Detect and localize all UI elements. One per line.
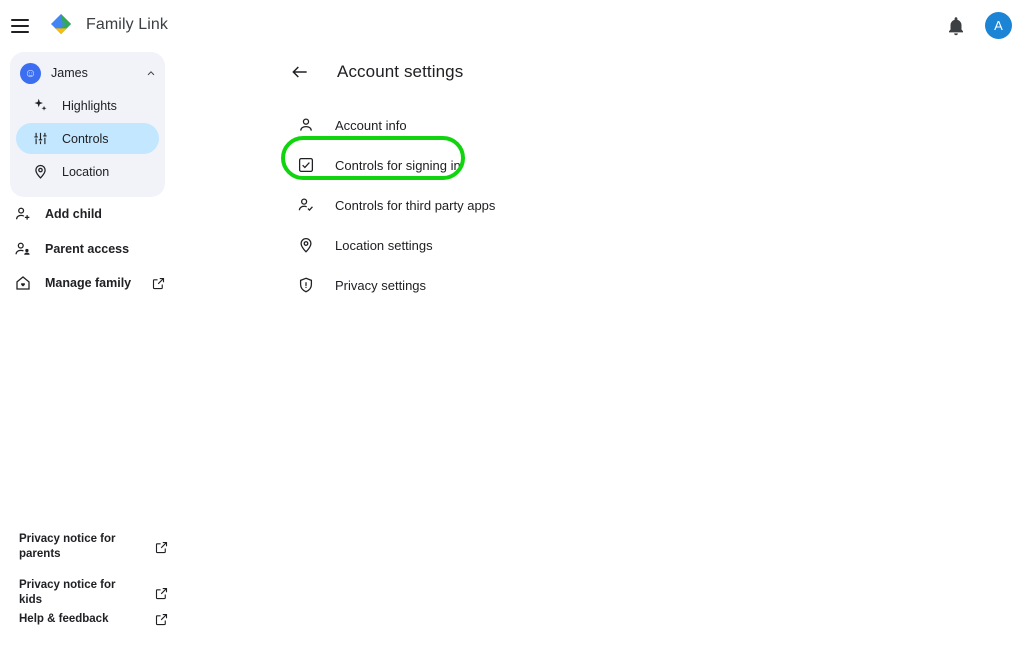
settings-item-label: Controls for third party apps — [335, 197, 496, 213]
settings-item-controls-for-signing-in[interactable]: Controls for signing in — [290, 145, 690, 185]
person-check-icon — [297, 196, 315, 214]
family-link-logo-icon — [47, 11, 75, 39]
footer-link-privacy-kids[interactable]: Privacy notice for kids — [19, 578, 169, 608]
people-icon — [14, 240, 32, 258]
account-avatar[interactable]: A — [985, 12, 1012, 39]
child-name-label: James — [51, 66, 88, 80]
person-icon — [297, 116, 315, 134]
location-pin-icon — [297, 236, 315, 254]
avatar-letter: A — [994, 18, 1003, 33]
sidebar-item-add-child[interactable]: Add child — [14, 205, 166, 223]
child-selector-james[interactable]: ☺ James — [10, 58, 165, 88]
hamburger-menu-icon[interactable] — [11, 15, 33, 37]
sidebar-item-label: Highlights — [62, 98, 117, 113]
settings-item-label: Location settings — [335, 237, 433, 253]
sidebar-item-highlights[interactable]: Highlights — [16, 90, 159, 121]
settings-item-label: Controls for signing in — [335, 157, 461, 173]
sidebar-item-parent-access[interactable]: Parent access — [14, 240, 166, 258]
sidebar-item-manage-family[interactable]: Manage family — [14, 274, 166, 292]
child-section-panel: ☺ James Highlights Controls Location — [10, 52, 165, 197]
tune-sliders-icon — [32, 130, 49, 147]
settings-item-account-info[interactable]: Account info — [290, 105, 690, 145]
sidebar: ☺ James Highlights Controls Location Add… — [0, 52, 240, 648]
child-avatar: ☺ — [20, 62, 41, 84]
page-title: Account settings — [337, 62, 464, 81]
open-in-new-icon — [154, 612, 169, 627]
page-header: Account settings — [290, 62, 463, 82]
location-pin-icon — [32, 163, 49, 180]
settings-item-location-settings[interactable]: Location settings — [290, 225, 690, 265]
open-in-new-icon — [154, 586, 169, 601]
main-content: Account settings Account info Controls f… — [240, 52, 1024, 648]
sidebar-item-label: Location — [62, 164, 110, 179]
chevron-up-icon[interactable] — [145, 67, 157, 79]
settings-item-label: Account info — [335, 117, 407, 133]
sidebar-item-label: Parent access — [45, 242, 130, 256]
footer-link-help-feedback[interactable]: Help & feedback — [19, 612, 169, 627]
footer-link-label: Help & feedback — [19, 613, 109, 625]
home-heart-icon — [14, 274, 32, 292]
checkbox-icon — [297, 156, 315, 174]
open-in-new-icon — [151, 276, 166, 291]
account-settings-list: Account info Controls for signing in Con… — [290, 105, 690, 305]
footer-link-privacy-parents[interactable]: Privacy notice for parents — [19, 532, 169, 562]
brand: Family Link — [47, 11, 168, 39]
footer-link-label: Privacy notice for kids — [19, 579, 116, 606]
settings-item-label: Privacy settings — [335, 277, 427, 293]
sidebar-item-location[interactable]: Location — [16, 156, 159, 187]
settings-item-privacy-settings[interactable]: Privacy settings — [290, 265, 690, 305]
sidebar-item-label: Add child — [45, 207, 102, 221]
person-add-icon — [14, 205, 32, 223]
footer-link-label: Privacy notice for parents — [19, 533, 116, 560]
app-window: Family Link A ☺ James Highlights Control… — [0, 0, 1024, 648]
sidebar-item-controls[interactable]: Controls — [16, 123, 159, 154]
shield-icon — [297, 276, 315, 294]
back-arrow-icon[interactable] — [290, 62, 310, 82]
app-title: Family Link — [86, 16, 169, 33]
open-in-new-icon — [154, 540, 169, 555]
sidebar-item-label: Manage family — [45, 276, 132, 290]
top-app-bar: Family Link A — [0, 0, 1024, 52]
settings-item-controls-for-third-party-apps[interactable]: Controls for third party apps — [290, 185, 690, 225]
sidebar-item-label: Controls — [62, 131, 109, 146]
sparkle-icon — [32, 97, 49, 114]
notification-bell-icon[interactable] — [945, 15, 967, 37]
